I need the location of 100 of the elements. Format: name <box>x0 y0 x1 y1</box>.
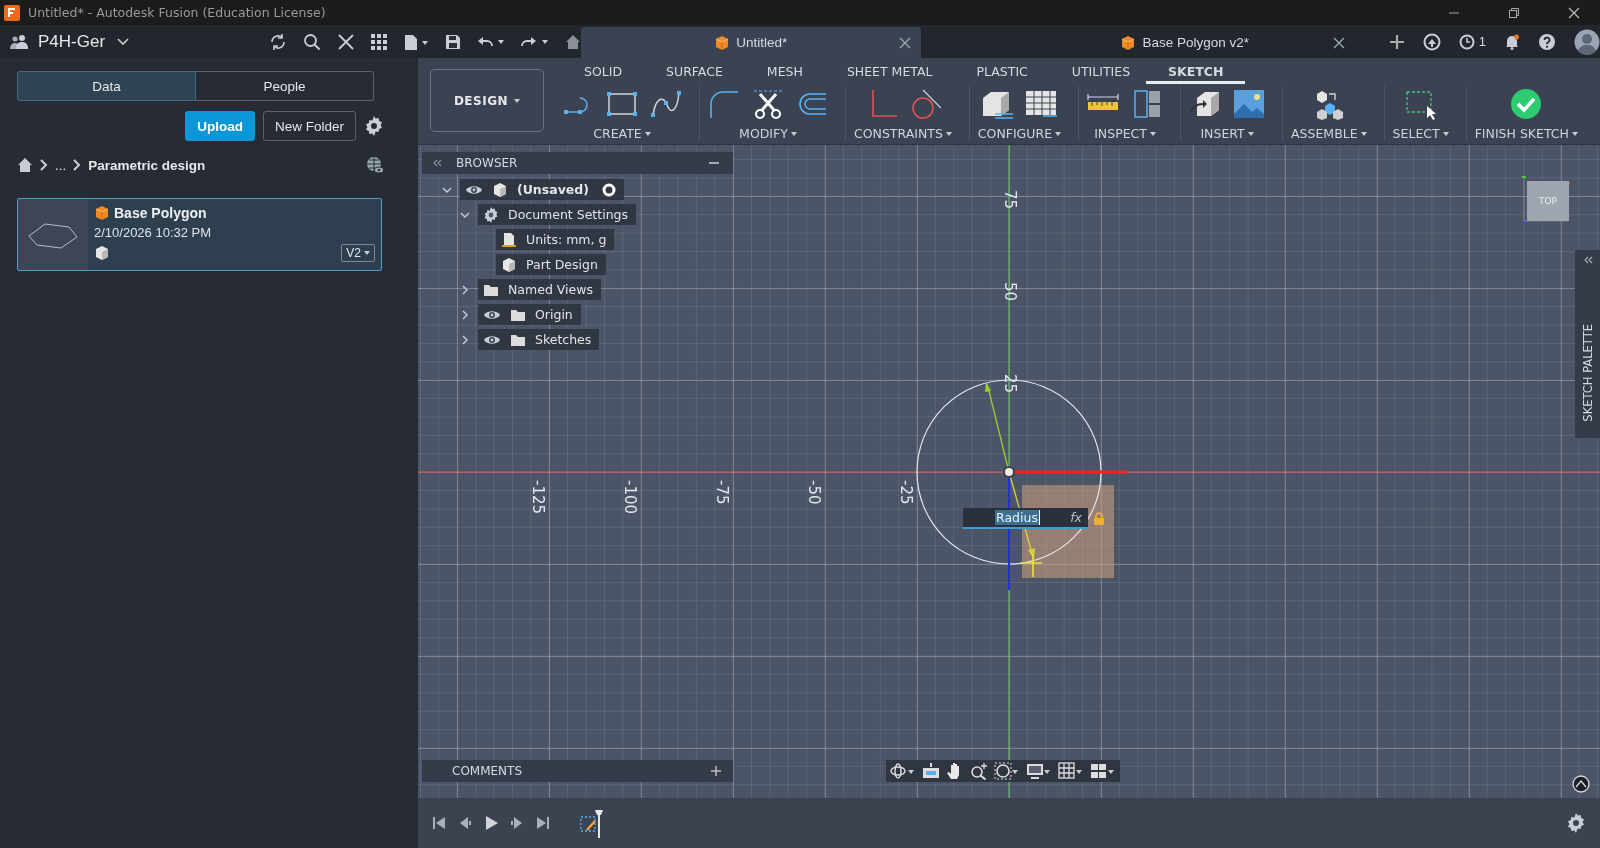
tool-group-menu[interactable]: ASSEMBLE <box>1291 126 1367 141</box>
expand-icon[interactable] <box>1582 256 1593 264</box>
tool-group-menu[interactable]: CONSTRAINTS <box>854 126 952 141</box>
checkmark-icon[interactable] <box>1510 88 1543 120</box>
dimension-input[interactable]: Radius fx <box>963 508 1088 529</box>
viewports-icon[interactable] <box>1090 762 1116 780</box>
chevron-right-icon <box>73 159 82 171</box>
tree-item[interactable]: Units: mm, g <box>496 229 615 250</box>
browser-header: BROWSER <box>422 152 733 174</box>
toolbar-tab[interactable]: MESH <box>744 60 825 84</box>
look-at-icon[interactable] <box>922 762 940 780</box>
next-icon[interactable] <box>510 816 524 830</box>
previous-icon[interactable] <box>458 816 472 830</box>
document-tab[interactable]: Base Polygon v2* <box>1014 27 1355 58</box>
chevron-down-icon[interactable] <box>117 37 130 46</box>
tree-item[interactable]: (Unsaved) <box>460 179 624 200</box>
active-indicator-icon[interactable] <box>601 182 616 197</box>
grid-icon[interactable] <box>1058 762 1084 780</box>
toolbar-tab[interactable]: SURFACE <box>644 60 745 84</box>
tool-group-menu[interactable]: MODIFY <box>739 126 797 141</box>
team-name[interactable]: P4H-Ger <box>38 31 106 52</box>
add-icon[interactable] <box>711 766 721 776</box>
document-tab[interactable]: Untitled* <box>580 27 921 58</box>
document-icon <box>501 231 517 248</box>
toolbar-tab[interactable]: UTILITIES <box>1049 60 1147 84</box>
trim-scissors-icon[interactable] <box>752 88 784 120</box>
display-icon[interactable] <box>1026 762 1052 780</box>
version-dropdown[interactable]: V2 <box>341 244 375 262</box>
breadcrumb-current: Parametric design <box>88 157 206 173</box>
window-title: Untitled* - Autodesk Fusion (Education License) <box>28 5 326 20</box>
play-icon[interactable] <box>484 816 498 830</box>
tree-item[interactable]: Origin <box>478 304 581 325</box>
help-icon[interactable] <box>1538 32 1556 51</box>
file-card[interactable]: Base Polygon 2/10/2026 10:32 PM V2 <box>17 198 382 271</box>
tool-group-menu[interactable]: CONFIGURE <box>977 126 1062 141</box>
chevron-right-icon[interactable] <box>460 284 470 295</box>
grid-icon[interactable] <box>370 33 387 50</box>
collapse-icon[interactable] <box>432 159 442 167</box>
new-tab-icon[interactable] <box>1388 33 1405 50</box>
toolbar-tab[interactable]: SKETCH <box>1146 60 1246 84</box>
tool-group-menu[interactable]: SELECT <box>1392 126 1449 141</box>
tool-group-menu[interactable]: CREATE <box>593 126 651 141</box>
breadcrumb-link[interactable]: ... <box>55 157 67 173</box>
comments-bar[interactable]: COMMENTS <box>422 760 733 782</box>
axis-label: 75 <box>1001 190 1019 210</box>
avatar-icon[interactable] <box>1574 28 1600 55</box>
workspace-dropdown[interactable]: DESIGN <box>430 69 544 132</box>
save-icon[interactable] <box>444 33 461 50</box>
last-frame-icon[interactable] <box>536 816 550 830</box>
tool-group-menu[interactable]: INSPECT <box>1094 126 1156 141</box>
settings-icon[interactable] <box>1566 813 1586 833</box>
close-icon[interactable] <box>1568 6 1580 19</box>
close-icon[interactable] <box>1332 37 1345 49</box>
file-name: Base Polygon <box>114 205 207 221</box>
component-icon <box>492 181 508 198</box>
globe-icon[interactable] <box>366 156 384 174</box>
fit-icon[interactable] <box>994 762 1020 780</box>
tool-group-menu[interactable]: FINISH SKETCH <box>1474 126 1578 141</box>
job-status[interactable]: 1 <box>1458 33 1486 50</box>
extensions-icon[interactable] <box>1422 32 1441 51</box>
formula-button[interactable]: fx <box>1070 510 1082 525</box>
panel-tab[interactable]: Data <box>17 71 196 101</box>
tree-item[interactable]: Document Settings <box>478 204 636 225</box>
close-icon[interactable] <box>898 37 911 49</box>
toolbar-tab[interactable]: SOLID <box>562 60 645 84</box>
image-icon[interactable] <box>1233 88 1266 120</box>
tree-item[interactable]: Sketches <box>478 329 600 350</box>
panel-tab[interactable]: People <box>196 71 374 101</box>
chevron-right-icon[interactable] <box>460 309 470 320</box>
chevron-right-icon <box>40 159 48 171</box>
tree-item[interactable]: Part Design <box>496 254 606 275</box>
file-date: 2/10/2026 10:32 PM <box>94 225 213 240</box>
settings-icon <box>483 206 499 223</box>
toolbar-tab[interactable]: SHEET METAL <box>824 60 955 84</box>
file-icon[interactable] <box>402 33 429 50</box>
spline-icon[interactable] <box>650 88 682 120</box>
tree-item[interactable]: Named Views <box>478 279 601 300</box>
first-frame-icon[interactable] <box>432 816 446 830</box>
bell-icon[interactable] <box>1504 33 1520 50</box>
zoom-icon[interactable] <box>970 762 988 780</box>
tool-group-menu[interactable]: INSERT <box>1200 126 1254 141</box>
chevron-right-icon[interactable] <box>460 334 470 345</box>
home-icon[interactable] <box>564 33 581 50</box>
caret-icon <box>364 251 370 255</box>
search-icon[interactable] <box>302 32 321 51</box>
sketch-palette-tab[interactable]: SKETCH PALETTE <box>1575 250 1600 438</box>
clock-icon <box>1458 33 1475 50</box>
restore-icon[interactable] <box>1508 6 1520 19</box>
close-icon[interactable] <box>336 32 355 51</box>
orbit-icon[interactable] <box>890 762 916 780</box>
toolbar-tab[interactable]: PLASTIC <box>954 60 1050 84</box>
table-icon[interactable] <box>1025 88 1058 120</box>
home-icon[interactable] <box>17 157 33 173</box>
fillet-icon[interactable] <box>708 88 740 120</box>
settings-icon[interactable] <box>364 116 384 136</box>
new-folder-button[interactable]: New Folder <box>262 111 356 141</box>
selection-box-icon[interactable] <box>1404 88 1437 120</box>
view-mode-icon[interactable] <box>1572 775 1590 793</box>
refresh-icon[interactable] <box>268 32 287 51</box>
minimize-icon[interactable] <box>709 161 719 165</box>
